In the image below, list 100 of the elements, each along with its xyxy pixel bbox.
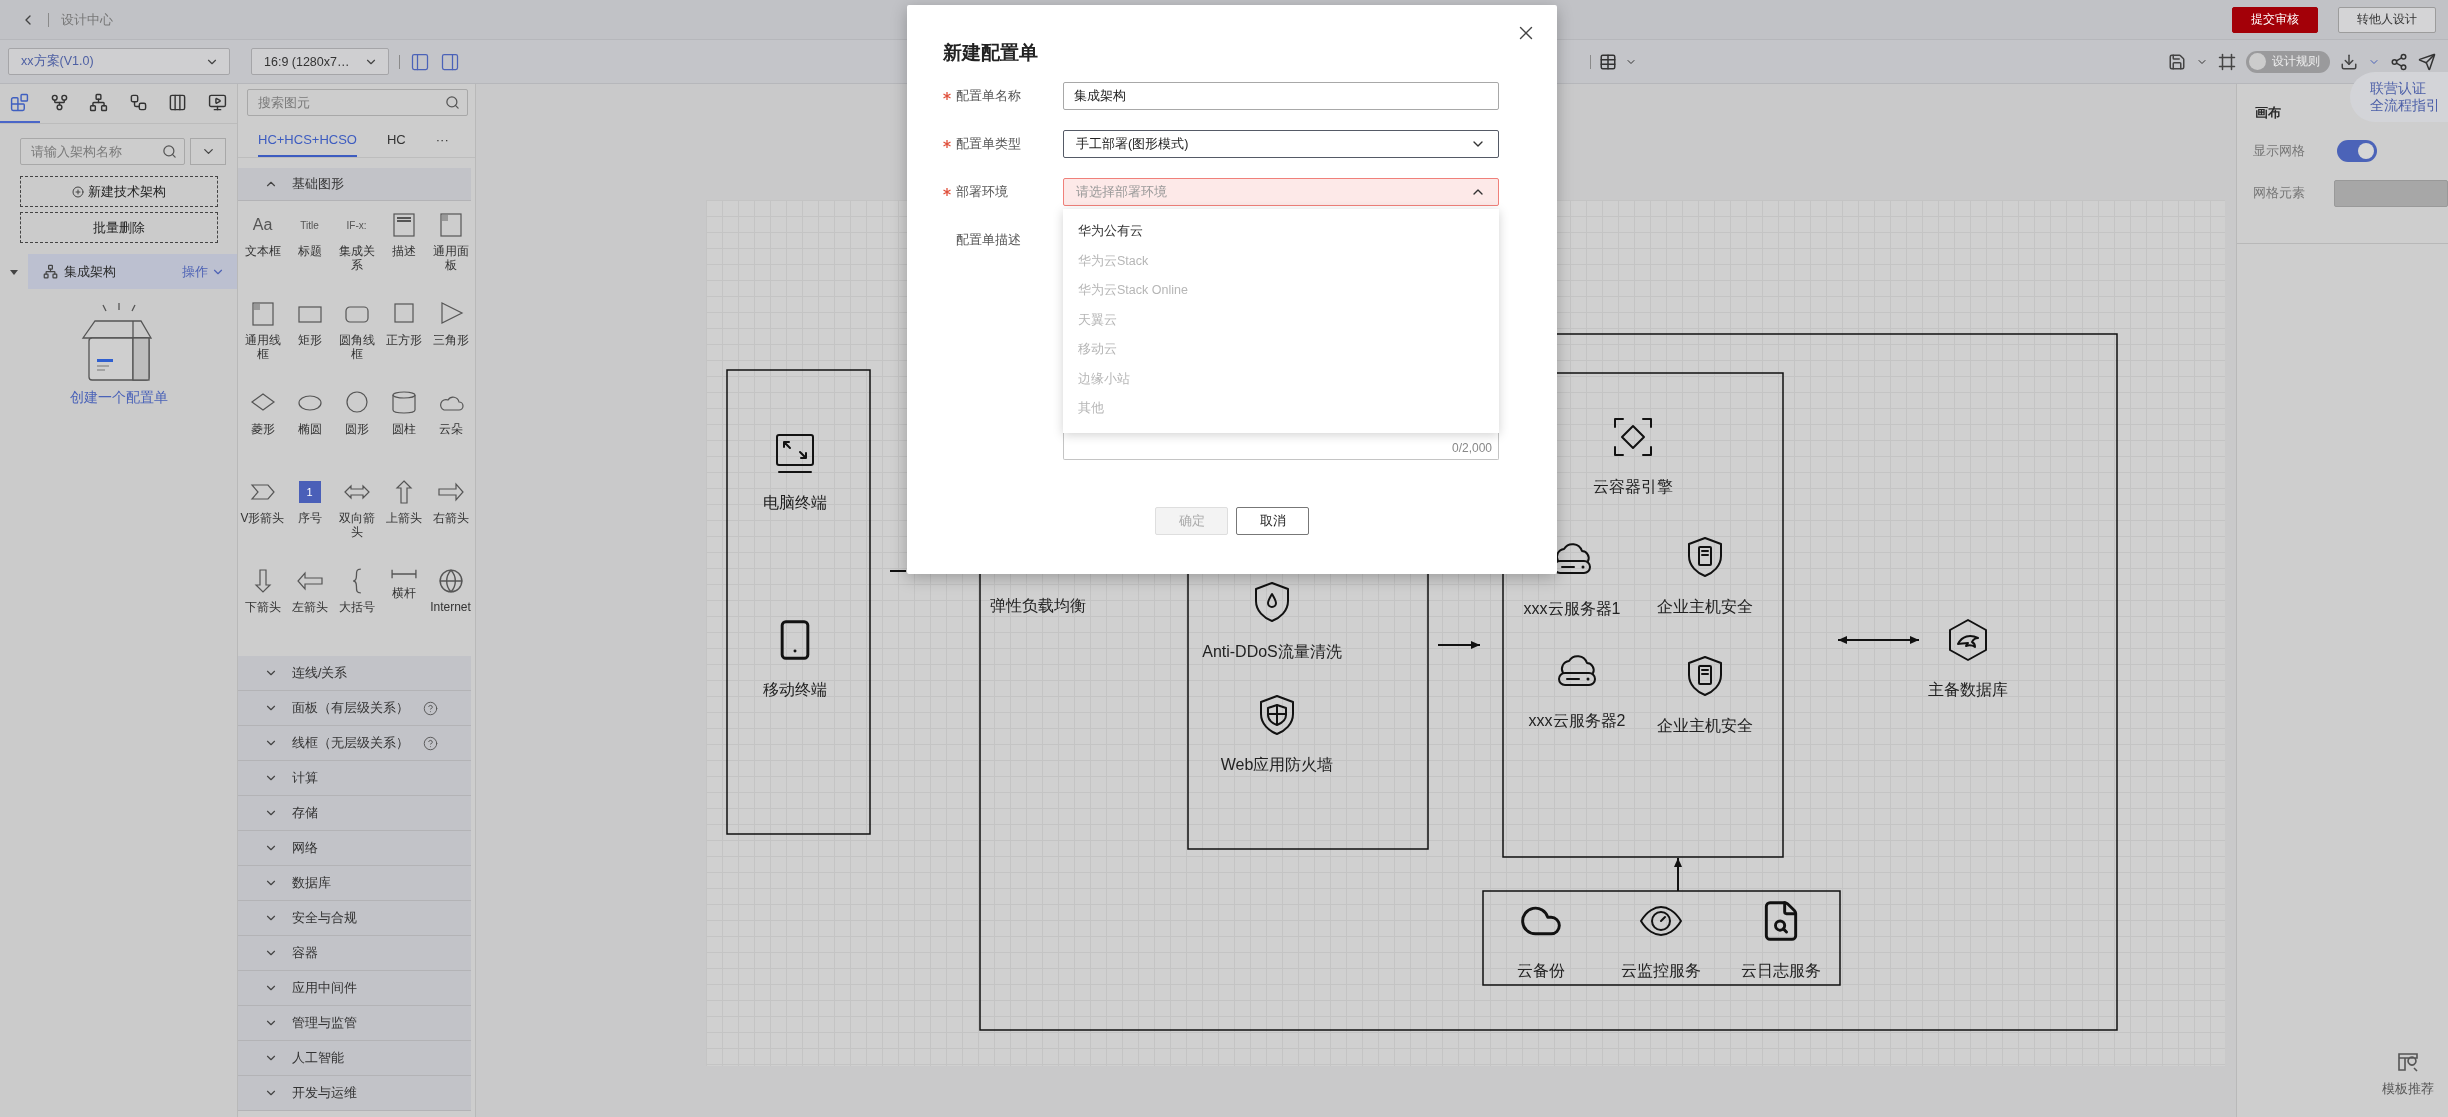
field-label: 配置单名称 (956, 87, 1021, 105)
category-header[interactable]: 基础图形 (238, 168, 471, 201)
shape-label: 椭圆 (296, 422, 323, 436)
search-icon (162, 144, 177, 159)
hierarchy-icon (43, 264, 58, 279)
network-icon (89, 93, 109, 112)
node-label: 主备数据库 (1928, 680, 2008, 700)
node-label: xxx云服务器2 (1528, 711, 1626, 731)
shape-label: 三角形 (431, 333, 470, 347)
table-icon[interactable] (1599, 52, 1617, 71)
frame-icon[interactable] (2218, 52, 2236, 71)
template-search-icon (2396, 1050, 2420, 1074)
node-label: 云容器引擎 (1593, 477, 1673, 497)
category-header[interactable]: 面板（有层级关系） (238, 691, 471, 726)
node-label: 弹性负载均衡 (990, 596, 1086, 616)
create-config-link[interactable]: 创建一个配置单 (69, 389, 168, 407)
aa-glyph: Aa (252, 215, 273, 235)
category-header[interactable]: 数据库 (238, 866, 471, 901)
name-field[interactable]: 集成架构 (1063, 82, 1499, 110)
panel-title: 画布 (2255, 104, 2281, 122)
guide-button[interactable]: 联营认证 全流程指引 (2350, 72, 2448, 122)
shape-label: 左箭头 (290, 600, 329, 614)
character-counter: 0/2,000 (1451, 441, 1492, 455)
bar-icon (390, 568, 417, 580)
category-header[interactable]: 人工智能 (238, 1041, 471, 1076)
grid-switch[interactable] (2337, 140, 2377, 162)
scheme-select[interactable]: xx方案(V1.0) (8, 48, 230, 75)
fork-icon (49, 93, 69, 112)
shape-label: 圆形 (343, 422, 370, 436)
connector-arrow (1437, 641, 1481, 649)
help-icon[interactable] (423, 735, 438, 751)
field-label: 配置单描述 (956, 231, 1021, 249)
new-architecture-button[interactable]: 新建技术架构 (20, 176, 218, 207)
node-label: 电脑终端 (763, 493, 827, 513)
shape-label: 大括号 (337, 600, 376, 614)
category-header[interactable]: 开发与运维 (238, 1076, 471, 1111)
field-label: 配置单类型 (956, 135, 1021, 153)
shape-label: 下箭头 (243, 600, 282, 614)
title-glyph: Title (300, 218, 319, 233)
shape-label: Internet (429, 600, 472, 614)
category-header[interactable]: 安全与合规 (238, 901, 471, 936)
shape-label: 圆柱 (390, 422, 417, 436)
help-icon[interactable] (423, 700, 438, 716)
setting-label: 网格元素 (2253, 185, 2306, 202)
globe-icon (437, 568, 464, 594)
tree-item[interactable]: 集成架构 操作 (28, 254, 237, 289)
setting-label: 显示网格 (2253, 142, 2306, 160)
connector-line (889, 570, 907, 572)
shape-label: 集成关系 (337, 244, 376, 272)
number-badge: 1 (298, 481, 321, 503)
library-tab[interactable]: ··· (435, 123, 449, 157)
blocks-icon (10, 93, 30, 112)
shape-label: 文本框 (243, 244, 282, 258)
node-label: 企业主机安全 (1657, 597, 1753, 617)
right-arrow-icon (435, 479, 466, 505)
grid-color-swatch[interactable] (2333, 180, 2448, 207)
panel-left-icon[interactable] (410, 51, 430, 72)
field-label: 部署环境 (956, 183, 1008, 201)
node-label: 云监控服务 (1621, 961, 1701, 981)
shape-label: 标题 (296, 244, 323, 258)
library-tab[interactable]: HC (386, 123, 406, 157)
shape-label: 描述 (390, 244, 417, 258)
shape-label: 双向箭头 (337, 511, 376, 539)
shape-label: 云朵 (437, 422, 464, 436)
flowchart-icon (128, 93, 148, 112)
search-field[interactable]: 请输入架构名称 (20, 138, 185, 165)
columns-icon (168, 93, 188, 112)
dropdown-option[interactable]: 华为公有云 (1063, 217, 1499, 247)
category-header[interactable]: 管理与监管 (238, 1006, 471, 1041)
search-icon (445, 95, 460, 110)
category-header[interactable]: 存储 (238, 796, 471, 831)
node-label: xxx云服务器1 (1523, 599, 1621, 619)
library-tab[interactable]: HC+HCS+HCSO (258, 123, 357, 157)
category-header[interactable]: 网络 (238, 831, 471, 866)
category-header[interactable]: 容器 (238, 936, 471, 971)
save-icon[interactable] (2168, 52, 2186, 71)
shape-search-field[interactable]: 搜索图元 (247, 89, 468, 116)
send-icon[interactable] (2418, 52, 2436, 71)
category-header[interactable]: 应用中间件 (238, 971, 471, 1006)
batch-delete-button[interactable]: 批量删除 (20, 212, 218, 243)
screen-icon (207, 93, 227, 112)
shape-label: 圆角线框 (337, 333, 376, 361)
transfer-button[interactable]: 转他人设计 (2338, 6, 2436, 33)
brace-icon (351, 568, 362, 594)
share-icon[interactable] (2390, 52, 2408, 71)
cancel-button[interactable]: 取消 (1236, 507, 1309, 535)
template-button[interactable]: 模板推荐 (2376, 1049, 2440, 1099)
category-header[interactable]: 连线/关系 (238, 656, 471, 691)
shape-label: 上箭头 (384, 511, 423, 525)
node-label: Anti-DDoS流量清洗 (1202, 642, 1342, 662)
category-header[interactable]: 计算 (238, 761, 471, 796)
shape-label: V形箭头 (239, 511, 286, 525)
formula-glyph: IF-x: (346, 218, 367, 233)
node-label: 云日志服务 (1741, 961, 1821, 981)
category-header[interactable]: 线框（无层级关系） (238, 726, 471, 761)
select-field[interactable]: 手工部署(图形模式) (1063, 130, 1499, 158)
submit-button[interactable]: 提交审核 (2232, 6, 2318, 33)
panel-right-icon[interactable] (440, 51, 460, 72)
download-icon[interactable] (2340, 52, 2358, 71)
ratio-select[interactable]: 16:9 (1280x7… (251, 48, 389, 75)
